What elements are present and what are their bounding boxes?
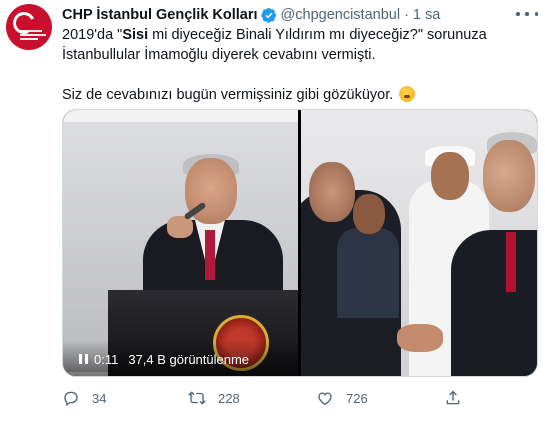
shushing-face-emoji-icon: [399, 86, 416, 102]
tweet-line-2: İstanbullular İmamoğlu diyerek cevabını …: [62, 47, 376, 63]
reply-icon: [64, 391, 78, 407]
photo-person-back-head: [353, 194, 385, 234]
tweet-header: CHP İstanbul Gençlik Kolları @chpgencist…: [62, 6, 440, 24]
author-name[interactable]: CHP İstanbul Gençlik Kolları: [62, 7, 258, 23]
reply-button[interactable]: 34: [62, 388, 106, 408]
avatar[interactable]: [6, 4, 52, 50]
tweet-line-3: Siz de cevabınızı bugün vermişsiniz gibi…: [62, 85, 532, 105]
heart-icon: [318, 392, 332, 406]
video-speaker-tie: [205, 230, 215, 280]
verified-badge-icon: [260, 8, 276, 23]
retweet-button[interactable]: 228: [188, 388, 240, 408]
like-button[interactable]: 726: [316, 388, 368, 408]
retweet-icon: [188, 391, 206, 405]
more-icon[interactable]: [516, 7, 538, 21]
photo-person-back: [337, 228, 399, 318]
media-grid: 0:11 37,4 B görüntülenme: [62, 109, 538, 377]
retweet-count: 228: [218, 390, 240, 406]
avatar-logo-text: [20, 30, 46, 42]
video-views: 37,4 B görüntülenme: [128, 351, 250, 367]
share-button[interactable]: [444, 388, 462, 408]
tweet-text-part: Siz de cevabınızı bugün vermişsiniz gibi…: [62, 87, 394, 103]
photo-person-right-tie: [506, 232, 516, 292]
photo-handshake: [397, 324, 443, 352]
share-icon: [446, 390, 460, 405]
tweet-text-part: mi diyeceğiz Binali Yıldırım mı diyeceği…: [148, 27, 487, 43]
pause-icon[interactable]: [79, 354, 88, 364]
video-player[interactable]: 0:11 37,4 B görüntülenme: [63, 110, 298, 376]
header-separator: ·: [404, 7, 409, 23]
like-count: 726: [346, 390, 368, 406]
tweet-text: 2019'da "Sisi mi diyeceğiz Binali Yıldır…: [62, 25, 532, 105]
photo-person-middle-head: [431, 152, 469, 200]
tweet-text-bold: Sisi: [122, 27, 149, 43]
tweet-line-1: 2019'da "Sisi mi diyeceğiz Binali Yıldır…: [62, 25, 532, 45]
video-speaker-hand: [167, 216, 193, 238]
photo-person-left-head: [309, 162, 355, 222]
tweet-actions: 34 228 726: [62, 388, 462, 408]
tweet[interactable]: CHP İstanbul Gençlik Kolları @chpgencist…: [0, 0, 545, 422]
video-controls: 0:11 37,4 B görüntülenme: [63, 340, 298, 376]
tweet-time[interactable]: 1 sa: [413, 7, 440, 23]
author-handle[interactable]: @chpgencistanbul: [281, 7, 401, 23]
tweet-text-part: 2019'da ": [62, 27, 123, 43]
reply-count: 34: [92, 390, 107, 406]
photo-person-right-head: [483, 140, 535, 212]
video-duration: 0:11: [94, 351, 119, 367]
photo[interactable]: [301, 110, 537, 376]
photo-person-right: [451, 230, 537, 376]
